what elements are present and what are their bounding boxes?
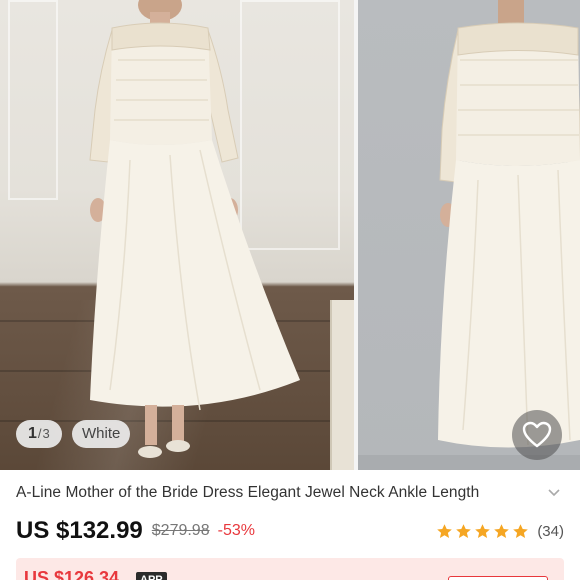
product-image-gallery[interactable]: 1 / 3 White (0, 0, 580, 470)
rating-stars[interactable]: (34) (436, 523, 564, 540)
favorite-button[interactable] (512, 410, 562, 460)
dress-model-figure (358, 0, 580, 470)
heart-outline-icon (522, 421, 552, 448)
app-tag: APP (136, 572, 167, 580)
chevron-down-icon[interactable] (544, 483, 564, 503)
discount-badge: -53% (217, 522, 255, 539)
current-price: US $132.99 (16, 517, 143, 544)
star-icon (494, 523, 510, 538)
pager-current: 1 (28, 425, 37, 442)
dress-model-figure (89, 0, 300, 458)
promo-action-button[interactable] (448, 576, 548, 580)
product-photo-front[interactable] (0, 0, 354, 470)
app-price: US $126.34 (24, 568, 120, 580)
image-pager: 1 / 3 (16, 420, 62, 448)
product-photo-side[interactable] (358, 0, 580, 470)
product-title-row[interactable]: A-Line Mother of the Bride Dress Elegant… (16, 481, 564, 505)
product-title: A-Line Mother of the Bride Dress Elegant… (16, 484, 480, 501)
app-promo-banner[interactable]: US $126.34 APP (16, 558, 564, 580)
pager-total: 3 (42, 426, 50, 441)
star-icon (456, 523, 472, 538)
price-row: US $132.99 $279.98 -53% (34) (16, 515, 564, 547)
original-price: $279.98 (151, 522, 210, 539)
color-label-chip[interactable]: White (72, 420, 131, 448)
star-icon (513, 523, 529, 538)
pager-separator: / (37, 426, 42, 441)
star-icon (437, 523, 453, 538)
review-count[interactable]: (34) (537, 523, 564, 540)
star-icon (475, 523, 491, 538)
